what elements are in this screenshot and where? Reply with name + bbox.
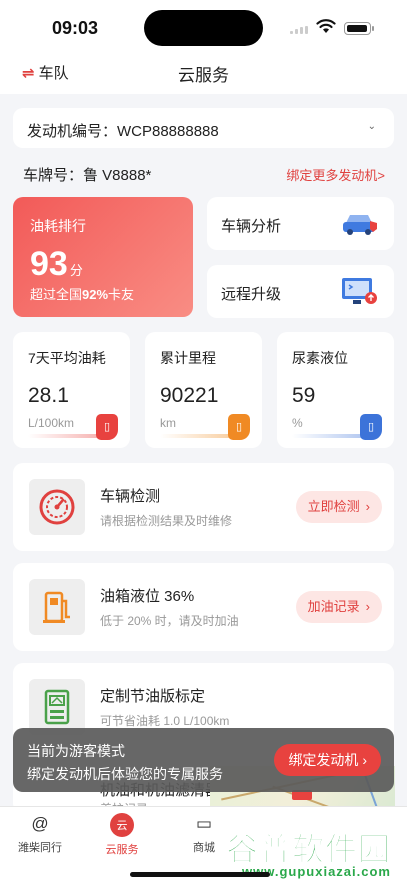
status-bar: 09:03 [0,0,407,56]
metric-unit: L/100km [28,416,75,430]
battery-icon [344,22,374,35]
metric-value: 28.1 [28,384,69,407]
vehicle-check-title: 车辆检测 [100,488,161,505]
remote-upgrade-label: 远程升级 [221,286,282,303]
tab-label: 潍柴同行 [18,842,62,854]
tab-weichai[interactable]: @ 潍柴同行 [8,813,72,855]
monitor-icon [342,278,377,304]
bind-more-engines-link[interactable]: 绑定更多发动机> [286,165,385,184]
remote-upgrade-card[interactable]: 远程升级 [207,265,394,318]
chevron-right-icon: › [365,499,370,514]
fuel-tank-title: 油箱液位 36% [100,588,195,605]
home-indicator [130,872,270,877]
metric-title: 7天平均油耗 [28,350,106,366]
car-icon [343,215,377,235]
status-time: 09:03 [52,18,99,38]
signal-icon [290,26,308,34]
vehicle-analysis-card[interactable]: 车辆分析 [207,197,394,250]
metric-title: 累计里程 [160,350,216,366]
metric-card-fuel[interactable]: 7天平均油耗 28.1 L/100km ▯ [13,332,130,448]
fuel-score-value: 93 [30,245,68,283]
plate-number: 车牌号：鲁 V8888* [23,167,152,184]
metric-value: 90221 [160,384,219,407]
map-icon: ▯ [96,414,118,440]
vehicle-check-subtitle: 请根据检测结果及时维修 [100,514,233,528]
map-icon: ▯ [360,414,382,440]
fuel-score: 93 分 [30,245,83,284]
cloud-icon: 云 [110,813,134,837]
metric-decoration-bar [160,434,232,438]
gauge-icon [29,479,85,535]
refuel-records-button[interactable]: 加油记录 › [295,591,382,623]
metric-decoration-bar [28,434,100,438]
fuel-tank-subtitle: 低于 20% 时，请及时加油 [100,614,239,628]
calibration-title: 定制节油版标定 [100,688,206,705]
fuel-score-unit: 分 [69,263,83,278]
map-icon: ▯ [228,414,250,440]
bind-engine-button[interactable]: 绑定发动机 › [274,744,381,776]
chevron-down-icon: ⌄ [367,121,376,132]
fuel-ranking-card[interactable]: 油耗排行 93 分 超过全国92%卡友 [13,197,193,317]
chevron-right-icon: › [365,599,370,614]
ecu-icon [29,679,85,735]
metric-unit: km [160,416,176,430]
fuel-ranking-subtitle: 超过全国92%卡友 [30,287,135,302]
dynamic-island [144,10,263,46]
store-icon: ▭ [195,814,213,833]
fuel-ranking-title: 油耗排行 [30,218,86,234]
metric-title: 尿素液位 [292,350,348,366]
guest-mode-toast: 当前为游客模式 绑定发动机后体验您的专属服务 绑定发动机 › [13,728,394,792]
metric-card-mileage[interactable]: 累计里程 90221 km ▯ [145,332,262,448]
metric-unit: % [292,416,303,430]
calibration-subtitle: 可节省油耗 1.0 L/100km [100,714,230,728]
toast-line2: 绑定发动机后体验您的专属服务 [27,766,223,782]
tab-label: 云服务 [105,844,139,856]
at-icon: @ [31,814,49,833]
page-title: 云服务 [178,66,229,85]
chevron-right-icon: › [362,752,367,768]
fuel-tank-card[interactable]: 油箱液位 36% 低于 20% 时，请及时加油 加油记录 › [13,563,394,651]
fuel-tank-icon [29,579,85,635]
vehicle-analysis-label: 车辆分析 [221,218,282,235]
metric-decoration-bar [292,434,364,438]
tab-cloud-service[interactable]: 云 云服务 [90,813,154,857]
engine-number: 发动机编号：WCP88888888 [27,123,219,140]
metric-value: 59 [292,384,316,407]
metric-card-urea[interactable]: 尿素液位 59 % ▯ [277,332,394,448]
nav-bar: ⇌ 车队 云服务 [0,56,407,94]
toast-line1: 当前为游客模式 [27,743,125,759]
engine-selector[interactable]: 发动机编号：WCP88888888 ⌄ [13,108,394,148]
wifi-icon [316,19,336,33]
check-now-button[interactable]: 立即检测 › [295,491,382,523]
vehicle-check-card[interactable]: 车辆检测 请根据检测结果及时维修 立即检测 › [13,463,394,551]
